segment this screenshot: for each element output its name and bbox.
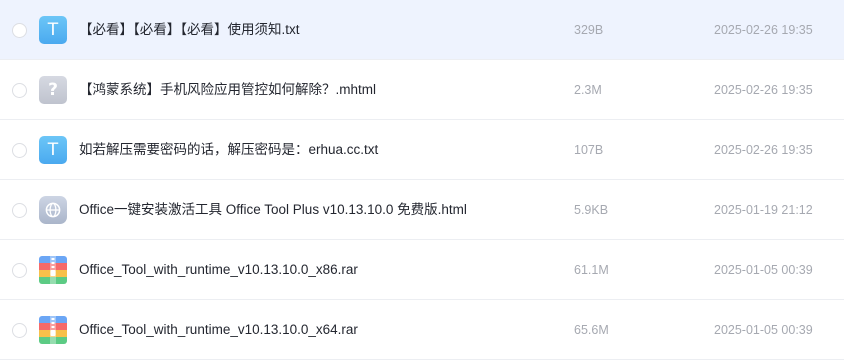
file-name[interactable]: 如若解压需要密码的话，解压密码是：erhua.cc.txt [79, 141, 378, 159]
rar-archive-icon [39, 256, 67, 284]
txt-file-icon: T [39, 136, 67, 164]
unknown-file-icon: ? [39, 76, 67, 104]
row-checkbox[interactable] [12, 23, 27, 38]
file-name[interactable]: 【必看】【必看】【必看】使用须知.txt [79, 21, 300, 39]
row-checkbox[interactable] [12, 263, 27, 278]
file-list: T 【必看】【必看】【必看】使用须知.txt 329B 2025-02-26 1… [0, 0, 844, 360]
row-checkbox[interactable] [12, 83, 27, 98]
file-name[interactable]: 【鸿蒙系统】手机风险应用管控如何解除？.mhtml [79, 81, 376, 99]
file-date: 2025-01-05 00:39 [714, 263, 813, 277]
file-size: 65.6M [574, 323, 609, 337]
file-name[interactable]: Office一键安装激活工具 Office Tool Plus v10.13.1… [79, 201, 467, 219]
row-checkbox[interactable] [12, 323, 27, 338]
file-row[interactable]: Office一键安装激活工具 Office Tool Plus v10.13.1… [0, 180, 844, 240]
file-row[interactable]: T 【必看】【必看】【必看】使用须知.txt 329B 2025-02-26 1… [0, 0, 844, 60]
file-row[interactable]: Office_Tool_with_runtime_v10.13.10.0_x64… [0, 300, 844, 360]
globe-icon [45, 202, 61, 218]
file-date: 2025-02-26 19:35 [714, 83, 813, 97]
file-size: 329B [574, 23, 604, 37]
file-date: 2025-01-05 00:39 [714, 323, 813, 337]
row-checkbox[interactable] [12, 203, 27, 218]
row-checkbox[interactable] [12, 143, 27, 158]
file-row[interactable]: Office_Tool_with_runtime_v10.13.10.0_x86… [0, 240, 844, 300]
file-name[interactable]: Office_Tool_with_runtime_v10.13.10.0_x64… [79, 321, 358, 339]
file-size: 61.1M [574, 263, 609, 277]
file-row[interactable]: T 如若解压需要密码的话，解压密码是：erhua.cc.txt 107B 202… [0, 120, 844, 180]
file-date: 2025-01-19 21:12 [714, 203, 813, 217]
txt-file-icon: T [39, 16, 67, 44]
file-size: 2.3M [574, 83, 602, 97]
file-size: 5.9KB [574, 203, 609, 217]
file-date: 2025-02-26 19:35 [714, 143, 813, 157]
file-size: 107B [574, 143, 604, 157]
file-name[interactable]: Office_Tool_with_runtime_v10.13.10.0_x86… [79, 261, 358, 279]
rar-archive-icon [39, 316, 67, 344]
html-file-icon [39, 196, 67, 224]
file-date: 2025-02-26 19:35 [714, 23, 813, 37]
file-row[interactable]: ? 【鸿蒙系统】手机风险应用管控如何解除？.mhtml 2.3M 2025-02… [0, 60, 844, 120]
